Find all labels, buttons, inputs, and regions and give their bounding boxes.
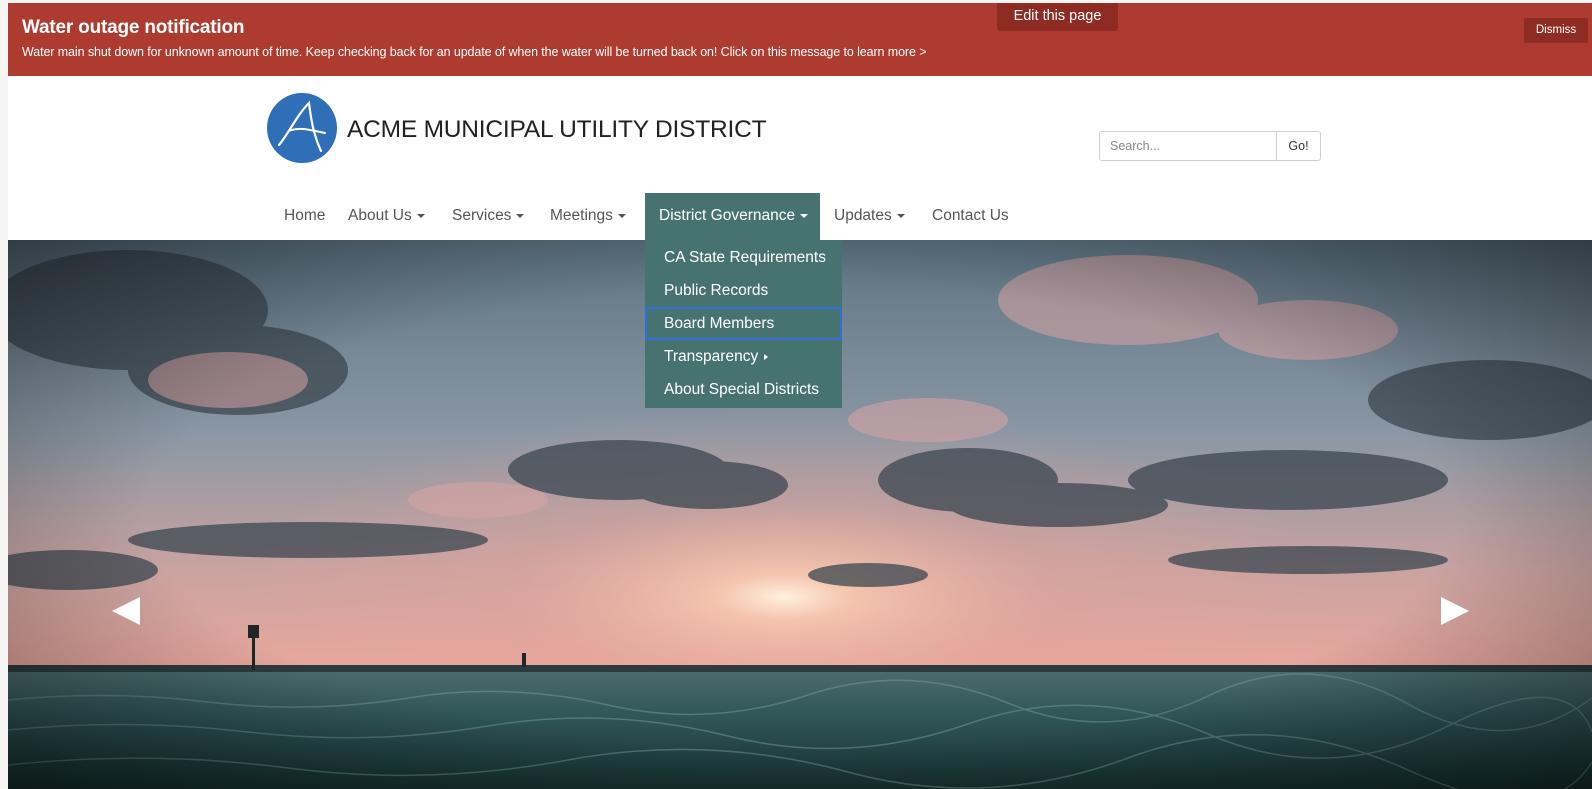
nav-item-services[interactable]: Services <box>438 193 538 240</box>
outage-alert-banner[interactable]: Water outage notification Water main shu… <box>8 3 1592 76</box>
dropdown-item-public-records[interactable]: Public Records <box>645 274 842 307</box>
caret-down-icon <box>800 213 809 218</box>
dismiss-button[interactable]: Dismiss <box>1524 18 1588 43</box>
nav-item-label: District Governance <box>659 207 796 224</box>
carousel-prev-button[interactable] <box>110 595 142 627</box>
site-title[interactable]: ACME MUNICIPAL UTILITY DISTRICT <box>347 116 767 144</box>
caret-down-icon <box>416 213 425 218</box>
caret-down-icon <box>896 213 905 218</box>
alert-message[interactable]: Water main shut down for unknown amount … <box>22 45 927 59</box>
nav-item-home[interactable]: Home <box>270 193 339 240</box>
search-input[interactable] <box>1099 131 1277 161</box>
edit-page-button[interactable]: Edit this page <box>997 3 1118 31</box>
dropdown-item-board-members[interactable]: Board Members <box>645 307 842 340</box>
caret-down-icon <box>617 213 626 218</box>
nav-item-label: Meetings <box>550 207 613 224</box>
nav-item-label: Services <box>452 207 512 224</box>
logo-letter-a-icon <box>277 100 326 153</box>
nav-item-label: Contact Us <box>932 207 1009 224</box>
nav-item-label: Updates <box>834 207 892 224</box>
dropdown-item-label: Transparency <box>664 348 759 365</box>
carousel-next-button[interactable] <box>1439 595 1471 627</box>
dropdown-item-about-special-districts[interactable]: About Special Districts <box>645 373 842 406</box>
page: Water outage notification Water main shu… <box>8 3 1592 789</box>
nav-item-meetings[interactable]: Meetings <box>536 193 640 240</box>
main-nav: Home About Us Services Meetings District… <box>8 193 1592 240</box>
district-governance-dropdown: CA State Requirements Public Records Boa… <box>645 240 842 408</box>
nav-item-contact-us[interactable]: Contact Us <box>918 193 1023 240</box>
dropdown-item-ca-state-requirements[interactable]: CA State Requirements <box>645 241 842 274</box>
caret-right-icon <box>764 353 769 360</box>
nav-item-district-governance[interactable]: District Governance <box>645 193 820 240</box>
alert-title: Water outage notification <box>22 17 245 38</box>
nav-item-about-us[interactable]: About Us <box>334 193 439 240</box>
dropdown-item-transparency[interactable]: Transparency <box>645 340 842 373</box>
nav-item-label: About Us <box>348 207 412 224</box>
nav-item-label: Home <box>284 207 326 224</box>
caret-down-icon <box>516 213 525 218</box>
site-logo[interactable] <box>267 93 337 163</box>
search-go-button[interactable]: Go! <box>1276 131 1321 161</box>
nav-item-updates[interactable]: Updates <box>820 193 919 240</box>
